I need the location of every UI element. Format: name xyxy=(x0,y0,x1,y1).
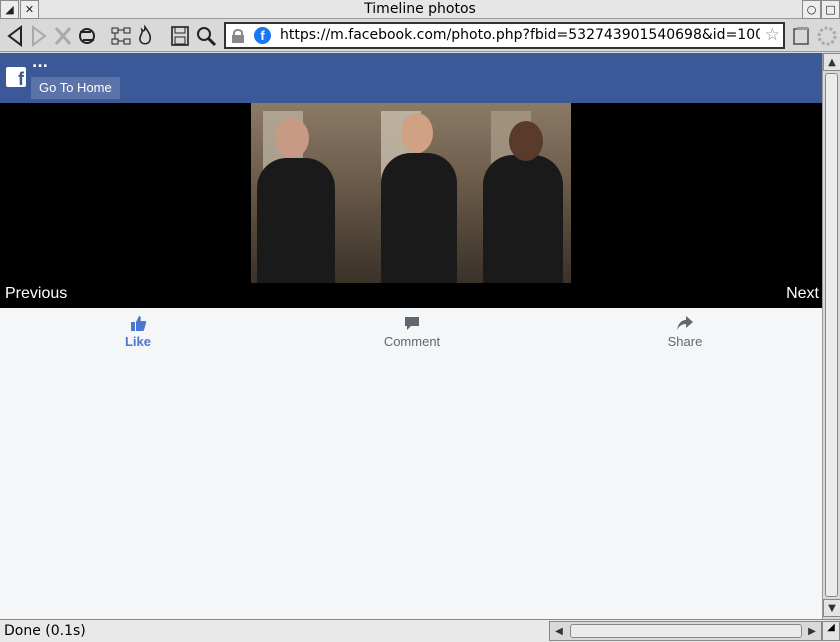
title-ellipsis: ... xyxy=(32,55,48,71)
close-window-icon[interactable]: ✕ xyxy=(20,0,39,19)
vertical-scroll-thumb[interactable] xyxy=(825,73,838,597)
scroll-right-icon[interactable]: ▶ xyxy=(803,622,821,640)
find-icon[interactable] xyxy=(194,23,218,49)
photo-area: Previous Next xyxy=(0,103,822,308)
thumbs-up-icon xyxy=(78,314,198,332)
back-icon[interactable] xyxy=(4,23,26,49)
like-button[interactable]: Like xyxy=(78,314,198,349)
window-title: Timeline photos xyxy=(364,1,476,17)
status-bar: Done (0.1s) ◀ ▶ ◢ xyxy=(0,619,840,642)
scroll-down-icon[interactable]: ▼ xyxy=(823,599,840,617)
scroll-up-icon[interactable]: ▲ xyxy=(823,53,840,71)
scroll-left-icon[interactable]: ◀ xyxy=(550,622,568,640)
hotlist-icon[interactable] xyxy=(134,23,156,49)
resize-corner-icon[interactable]: ◢ xyxy=(822,621,840,641)
forward-icon[interactable] xyxy=(28,23,50,49)
title-bar: ◢ ✕ Timeline photos ○ □ xyxy=(0,0,840,19)
save-icon[interactable] xyxy=(169,23,191,49)
comment-button[interactable]: Comment xyxy=(352,314,472,349)
next-link[interactable]: Next xyxy=(786,285,819,303)
photo-actions: Like Comment Share xyxy=(0,308,822,352)
horizontal-scrollbar[interactable]: ◀ ▶ xyxy=(549,621,822,641)
share-label: Share xyxy=(667,334,703,349)
horizontal-scroll-thumb[interactable] xyxy=(570,624,802,638)
photo-person-head xyxy=(275,118,309,158)
photo-person xyxy=(257,158,335,283)
photo-person xyxy=(381,153,457,283)
page-info-icon[interactable] xyxy=(790,23,812,49)
like-label: Like xyxy=(124,334,151,349)
back-window-icon[interactable]: ◢ xyxy=(0,0,19,19)
url-text[interactable]: https://m.facebook.com/photo.php?fbid=53… xyxy=(280,27,760,43)
photo-person-head xyxy=(509,121,543,161)
reload-icon[interactable] xyxy=(75,23,99,49)
comment-icon xyxy=(352,314,472,332)
vertical-scrollbar[interactable]: ▲ ▼ xyxy=(822,53,840,619)
facebook-favicon-icon: f xyxy=(254,27,271,44)
page-viewport: f ... Go To Home Previous Next Like Comm… xyxy=(0,53,822,619)
share-arrow-icon xyxy=(625,314,745,332)
status-text: Done (0.1s) xyxy=(4,623,86,639)
previous-link[interactable]: Previous xyxy=(5,285,67,303)
throbber-icon xyxy=(815,23,839,49)
photo-person xyxy=(483,155,563,283)
stop-icon[interactable] xyxy=(52,23,74,49)
lock-icon xyxy=(230,28,246,44)
share-button[interactable]: Share xyxy=(625,314,745,349)
history-icon[interactable] xyxy=(110,23,134,49)
timeline-photo[interactable] xyxy=(251,103,571,283)
bookmark-star-icon[interactable]: ☆ xyxy=(765,25,780,45)
comment-label: Comment xyxy=(383,334,441,349)
facebook-header: f ... Go To Home xyxy=(0,53,822,103)
toggle-size-icon[interactable]: □ xyxy=(821,0,840,19)
photo-person-head xyxy=(401,113,433,153)
url-bar[interactable]: f https://m.facebook.com/photo.php?fbid=… xyxy=(224,22,785,49)
facebook-logo-icon[interactable]: f xyxy=(6,67,26,87)
go-to-home-button[interactable]: Go To Home xyxy=(31,77,120,99)
iconise-window-icon[interactable]: ○ xyxy=(802,0,821,19)
